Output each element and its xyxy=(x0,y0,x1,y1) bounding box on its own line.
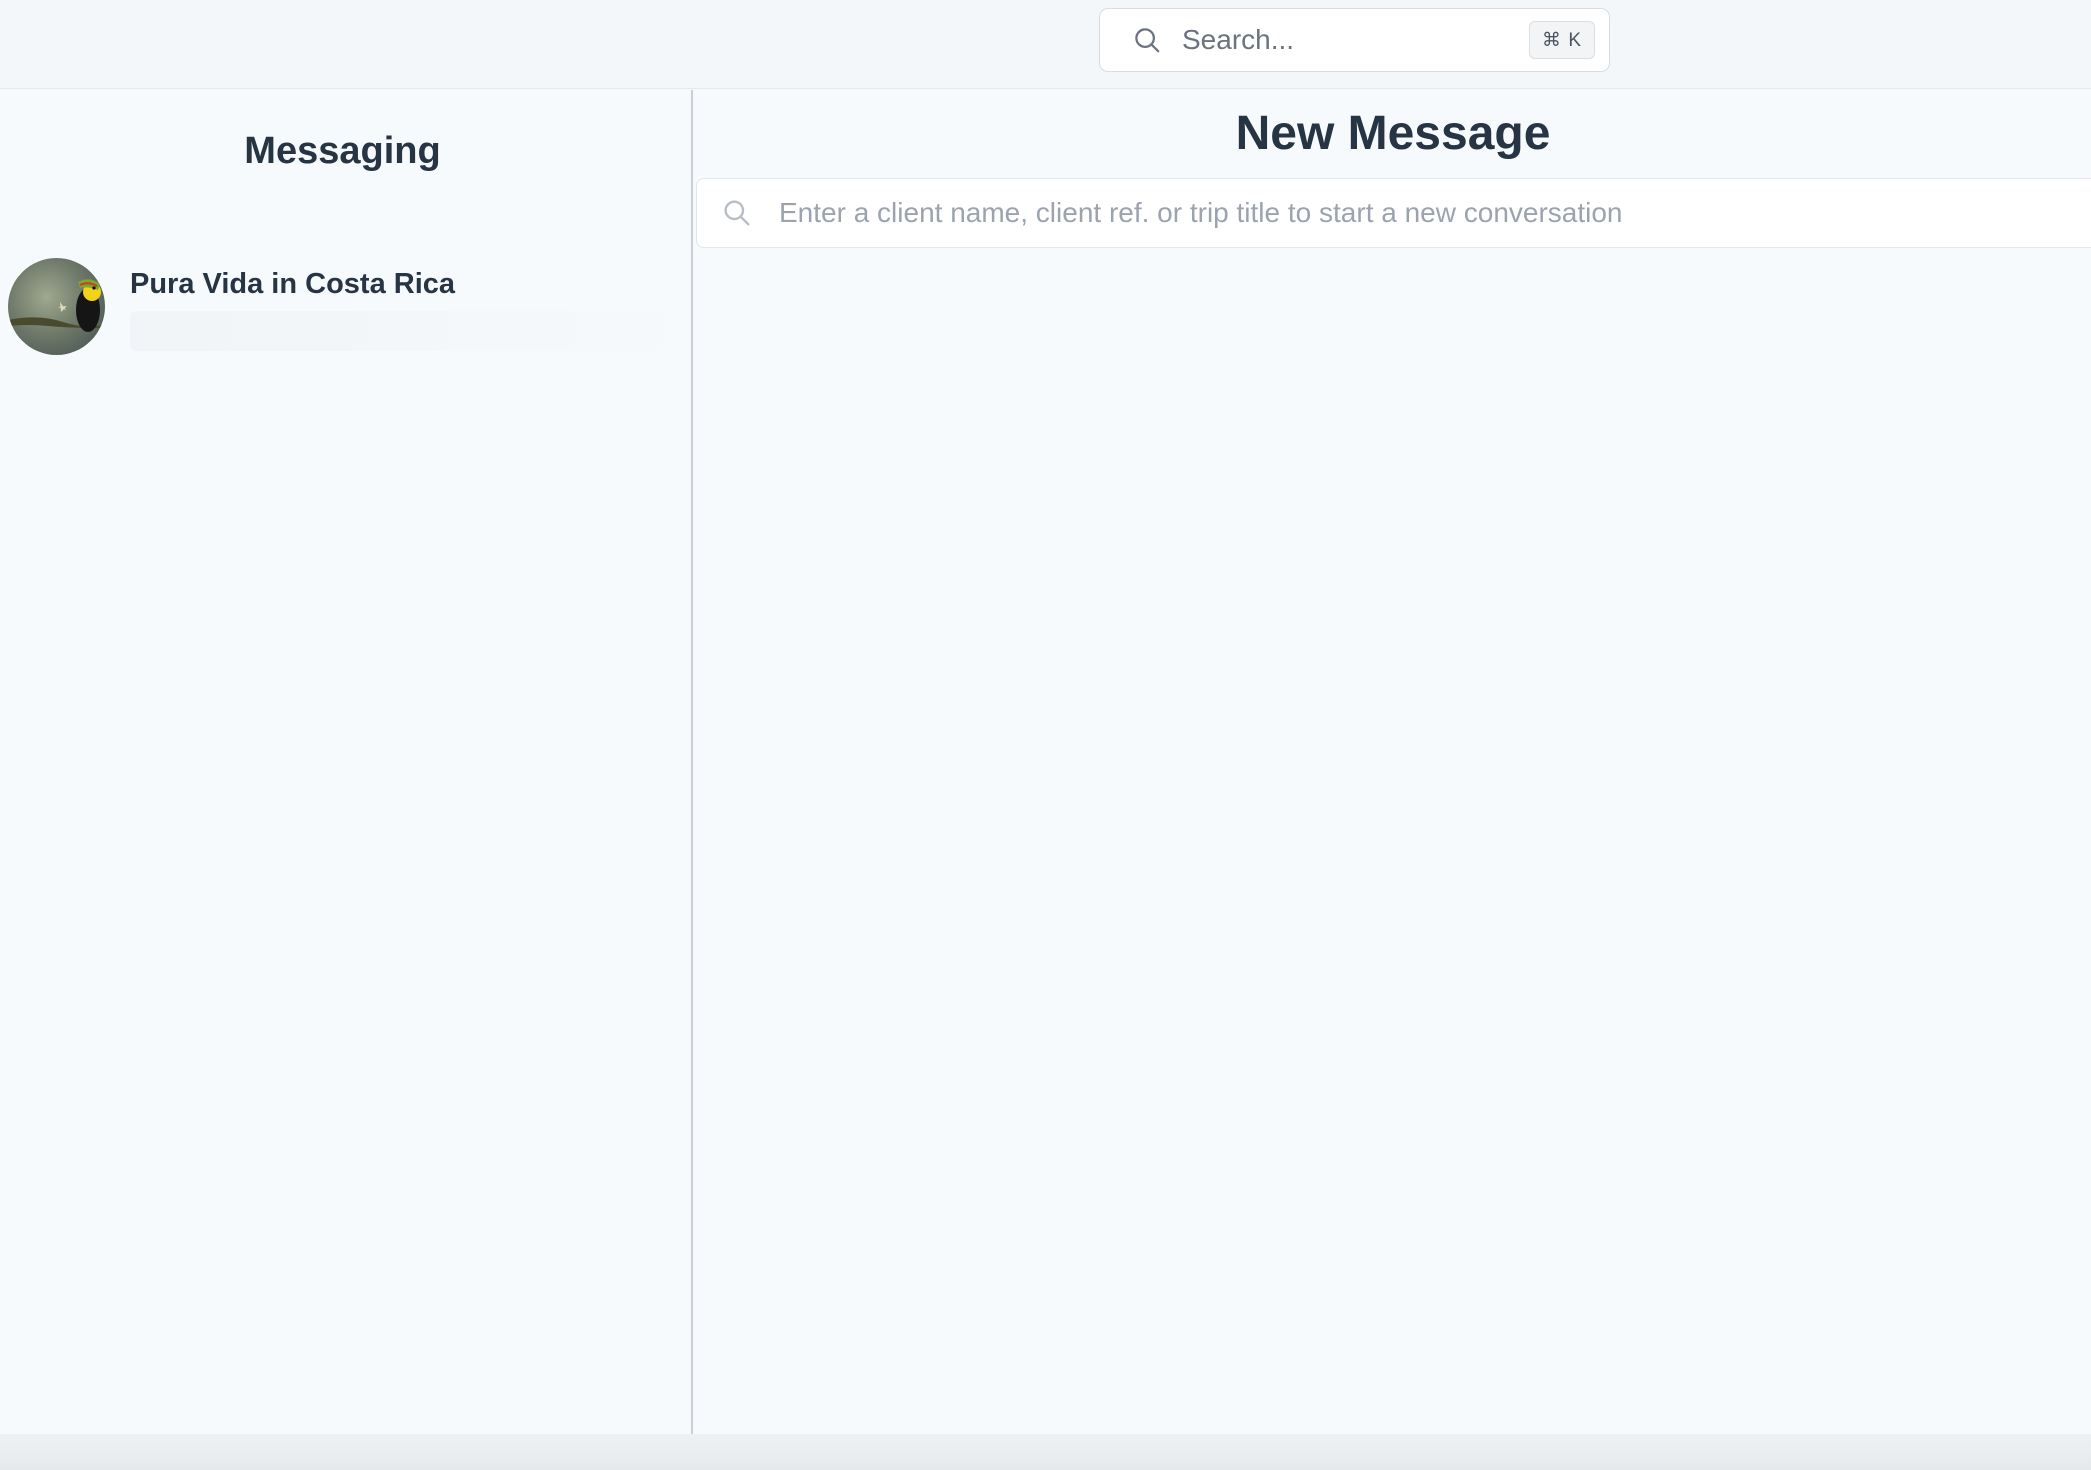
global-search-placeholder: Search... xyxy=(1182,24,1295,55)
page-title: New Message xyxy=(1235,107,1551,160)
recipient-search-box xyxy=(696,178,2091,248)
global-search-box[interactable]: Search... ⌘ K xyxy=(1099,8,1610,72)
recipient-search-input[interactable] xyxy=(779,197,2091,229)
conversation-list-item[interactable]: Pura Vida in Costa Rica xyxy=(8,258,680,362)
toucan-avatar-icon xyxy=(8,258,105,355)
search-icon xyxy=(724,200,750,226)
messaging-sidebar: Messaging Pura Vida in Costa Rica xyxy=(0,90,693,1434)
top-bar: Search... ⌘ K xyxy=(0,0,2091,89)
bottom-edge xyxy=(0,1434,2091,1470)
new-message-panel: New Message xyxy=(695,90,2091,1434)
sidebar-title: Messaging xyxy=(244,130,441,172)
conversation-preview-blurred xyxy=(130,311,670,351)
conversation-title: Pura Vida in Costa Rica xyxy=(130,268,456,300)
search-icon xyxy=(1135,28,1160,53)
keyboard-shortcut-badge: ⌘ K xyxy=(1529,21,1595,59)
